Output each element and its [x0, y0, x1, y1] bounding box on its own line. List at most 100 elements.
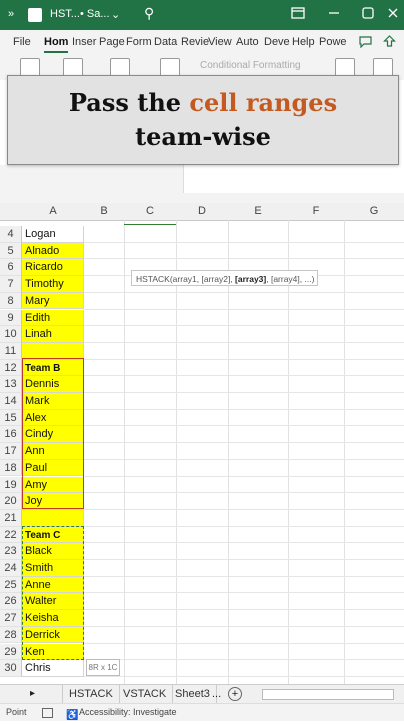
row-header[interactable]: 27: [0, 610, 22, 627]
add-sheet-icon[interactable]: +: [228, 687, 242, 701]
cell-a[interactable]: Cindy: [22, 426, 84, 444]
tab-help[interactable]: Help: [292, 36, 315, 48]
conditional-formatting-button[interactable]: Conditional Formatting: [200, 60, 301, 71]
share-icon[interactable]: [383, 35, 396, 48]
cell-a[interactable]: Mary: [22, 292, 84, 310]
tab-data[interactable]: Data: [154, 36, 177, 48]
macro-record-icon[interactable]: [42, 708, 53, 718]
minimize-icon[interactable]: [327, 6, 341, 20]
cell-a[interactable]: Paul: [22, 459, 84, 477]
row-header[interactable]: 29: [0, 643, 22, 661]
row-header[interactable]: 21: [0, 509, 22, 527]
row-header[interactable]: 16: [0, 426, 22, 444]
row-header[interactable]: 12: [0, 359, 22, 377]
row-header[interactable]: 14: [0, 393, 22, 410]
row-header[interactable]: 17: [0, 443, 22, 460]
cell-a[interactable]: Derrick: [22, 626, 84, 644]
cell-a[interactable]: Alex: [22, 409, 84, 427]
title-dropdown-icon[interactable]: ⌄: [111, 8, 120, 21]
sheet-tab-vstack[interactable]: VSTACK: [117, 685, 174, 703]
cell-a[interactable]: Keisha: [22, 610, 84, 627]
row-header[interactable]: 24: [0, 560, 22, 577]
row-header[interactable]: 22: [0, 526, 22, 544]
restore-icon[interactable]: [361, 6, 375, 20]
cell-a[interactable]: Timothy: [22, 276, 84, 293]
comments-icon[interactable]: [359, 35, 372, 48]
tab-home[interactable]: Hom: [44, 36, 69, 53]
row-header[interactable]: 19: [0, 476, 22, 494]
column-header-f[interactable]: F: [288, 203, 345, 221]
cell-a[interactable]: Smith: [22, 560, 84, 577]
cell-a[interactable]: Walter: [22, 593, 84, 611]
row-header[interactable]: 23: [0, 543, 22, 560]
tab-file[interactable]: File: [13, 36, 31, 48]
cell-a[interactable]: Dennis: [22, 376, 84, 393]
status-bar: Point ♿ Accessibility: Investigate: [0, 703, 404, 721]
save-status: • Sa...: [80, 8, 110, 20]
sheet-tab-hstack[interactable]: HSTACK: [62, 685, 120, 703]
caption-accent: cell ranges: [189, 88, 338, 117]
tab-page-layout[interactable]: Page: [99, 36, 125, 48]
cell-a[interactable]: Black: [22, 543, 84, 560]
cell-a[interactable]: Team C: [22, 526, 84, 544]
tab-developer[interactable]: Deve: [264, 36, 290, 48]
horizontal-scrollbar[interactable]: [262, 689, 394, 700]
column-header-e[interactable]: E: [228, 203, 289, 221]
row-header[interactable]: 8: [0, 292, 22, 310]
cell-a[interactable]: Ricardo: [22, 259, 84, 277]
row-header[interactable]: 30: [0, 660, 22, 677]
tooltip-current-arg[interactable]: [array3]: [235, 274, 266, 284]
column-header-d[interactable]: D: [176, 203, 229, 221]
cell-a[interactable]: [22, 342, 84, 360]
cell-a[interactable]: Logan: [22, 226, 84, 243]
tab-power[interactable]: Powe: [319, 36, 347, 48]
cell-a[interactable]: Edith: [22, 309, 84, 327]
sheet-nav-icon[interactable]: ▸: [30, 685, 35, 703]
row-header[interactable]: 4: [0, 226, 22, 243]
tab-view[interactable]: View: [208, 36, 232, 48]
accessibility-status[interactable]: Accessibility: Investigate: [79, 704, 177, 721]
cell-a[interactable]: Ken: [22, 643, 84, 661]
row-header[interactable]: 25: [0, 576, 22, 594]
tab-insert[interactable]: Inser: [72, 36, 96, 48]
row-header[interactable]: 5: [0, 242, 22, 260]
row-header[interactable]: 18: [0, 459, 22, 477]
cell-a[interactable]: [22, 509, 84, 527]
row-header[interactable]: 9: [0, 309, 22, 327]
overflow-icon[interactable]: »: [8, 8, 14, 20]
tab-formulas[interactable]: Form: [126, 36, 152, 48]
select-all-corner[interactable]: [0, 203, 23, 221]
cell-a[interactable]: Mark: [22, 393, 84, 410]
tab-review[interactable]: Revie: [181, 36, 209, 48]
cell-a[interactable]: Anne: [22, 576, 84, 594]
more-sheets-button[interactable]: ...: [212, 685, 221, 703]
column-header-a[interactable]: A: [22, 203, 85, 221]
row-header[interactable]: 28: [0, 626, 22, 644]
formula-input[interactable]: [183, 165, 404, 193]
cell-a[interactable]: Linah: [22, 326, 84, 343]
row-header[interactable]: 20: [0, 493, 22, 510]
row-header[interactable]: 6: [0, 259, 22, 277]
range-size-badge: 8R x 1C: [86, 659, 120, 676]
sheet-tab-sheet3[interactable]: Sheet3: [169, 685, 217, 703]
column-header-b[interactable]: B: [84, 203, 125, 221]
ribbon-display-icon[interactable]: [291, 6, 305, 20]
row-header[interactable]: 7: [0, 276, 22, 293]
table-row: 14 Mark: [0, 393, 404, 410]
row-header[interactable]: 13: [0, 376, 22, 393]
close-icon[interactable]: [386, 6, 400, 20]
search-icon[interactable]: ⚲: [144, 5, 154, 22]
cell-a[interactable]: Chris: [22, 660, 84, 677]
cell-a[interactable]: Alnado: [22, 242, 84, 260]
cell-a[interactable]: Team B: [22, 359, 84, 377]
cell-a[interactable]: Joy: [22, 493, 84, 510]
row-header[interactable]: 10: [0, 326, 22, 343]
row-header[interactable]: 11: [0, 342, 22, 360]
active-cell-c[interactable]: [124, 208, 176, 225]
tab-automate[interactable]: Auto: [236, 36, 259, 48]
row-header[interactable]: 15: [0, 409, 22, 427]
cell-a[interactable]: Ann: [22, 443, 84, 460]
column-header-g[interactable]: G: [344, 203, 404, 221]
cell-a[interactable]: Amy: [22, 476, 84, 494]
row-header[interactable]: 26: [0, 593, 22, 611]
